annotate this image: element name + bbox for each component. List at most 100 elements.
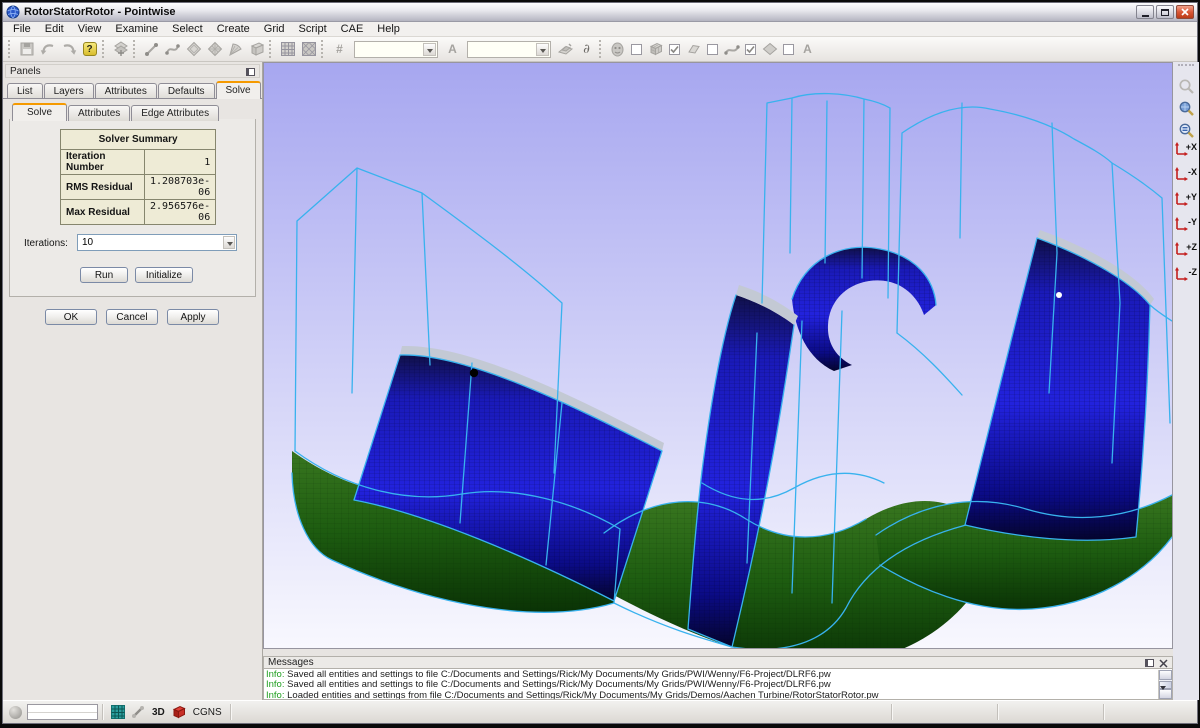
mask-blocks-checkbox[interactable]	[669, 44, 680, 55]
ok-button[interactable]: OK	[45, 309, 97, 325]
dimension-combobox[interactable]	[354, 41, 438, 58]
view-plus-z-button[interactable]: +Z	[1174, 241, 1198, 266]
dimension-tool-button[interactable]: #	[329, 39, 350, 60]
axis-button-label: -Z	[1189, 267, 1198, 277]
turbine-mesh-scene	[264, 63, 1172, 648]
help-icon: ?	[83, 42, 97, 56]
minimize-button[interactable]	[1136, 5, 1154, 19]
highlight-point-marker	[1056, 292, 1062, 298]
cancel-button[interactable]: Cancel	[106, 309, 158, 325]
mask-domains-button[interactable]	[683, 39, 704, 60]
mask-database-button[interactable]	[759, 39, 780, 60]
summary-row-label: Max Residual	[61, 200, 145, 225]
mask-spacings-button[interactable]: A	[797, 39, 818, 60]
menu-file[interactable]: File	[6, 22, 38, 37]
mask-blocks-button[interactable]	[645, 39, 666, 60]
create-block-button[interactable]	[246, 39, 267, 60]
iterations-value: 10	[82, 237, 93, 248]
messages-scrollbar[interactable]	[1158, 670, 1172, 699]
create-connector-button[interactable]	[141, 39, 162, 60]
boundary-condition-button[interactable]: ∂	[576, 39, 597, 60]
tab-solve[interactable]: Solve	[216, 81, 261, 99]
create-structured-domain-button[interactable]	[204, 39, 225, 60]
view-plus-x-button[interactable]: +X	[1174, 141, 1198, 166]
zoom-one-to-one-button[interactable]	[1175, 119, 1197, 141]
create-curve-button[interactable]	[162, 39, 183, 60]
menu-help[interactable]: Help	[370, 22, 407, 37]
tab-attributes[interactable]: Attributes	[95, 83, 157, 99]
unstructured-grid-button[interactable]	[298, 39, 319, 60]
subtab-attributes[interactable]: Attributes	[68, 105, 130, 121]
project-button[interactable]	[555, 39, 576, 60]
float-panel-icon[interactable]	[1145, 659, 1154, 667]
close-button[interactable]	[1176, 5, 1194, 19]
apply-button[interactable]: Apply	[167, 309, 219, 325]
zoom-button[interactable]	[1175, 75, 1197, 97]
attribute-combobox[interactable]	[467, 41, 551, 58]
view-minus-y-button[interactable]: -Y	[1174, 216, 1198, 241]
spinner-icon[interactable]	[223, 236, 235, 249]
menu-create[interactable]: Create	[210, 22, 257, 37]
mask-database-checkbox[interactable]	[783, 44, 794, 55]
menu-examine[interactable]: Examine	[108, 22, 165, 37]
tab-layers[interactable]: Layers	[44, 83, 94, 99]
run-button[interactable]: Run	[80, 267, 128, 283]
mask-connectors-button[interactable]	[721, 39, 742, 60]
zoom-to-fit-button[interactable]	[1175, 97, 1197, 119]
toolbar-grip[interactable]	[1178, 64, 1194, 67]
structured-grid-icon	[280, 41, 296, 57]
toolbar-grip[interactable]	[599, 40, 603, 58]
view-plus-y-button[interactable]: +Y	[1174, 191, 1198, 216]
messages-title: Messages	[268, 657, 314, 668]
close-panel-icon[interactable]	[1159, 659, 1168, 668]
help-button[interactable]: ?	[79, 39, 100, 60]
toolbar-grip[interactable]	[269, 40, 273, 58]
mask-connectors-checkbox[interactable]	[745, 44, 756, 55]
assemble-button[interactable]	[110, 39, 131, 60]
menu-select[interactable]: Select	[165, 22, 210, 37]
scroll-down-button[interactable]	[1159, 689, 1172, 699]
menu-grid[interactable]: Grid	[257, 22, 292, 37]
subtab-edge-attributes[interactable]: Edge Attributes	[131, 105, 219, 121]
viewport-3d[interactable]	[263, 62, 1173, 649]
connector-tool-icon	[131, 705, 145, 719]
tab-defaults[interactable]: Defaults	[158, 83, 215, 99]
toolbar-grip[interactable]	[133, 40, 137, 58]
structured-grid-button[interactable]	[277, 39, 298, 60]
menu-view[interactable]: View	[71, 22, 109, 37]
view-minus-x-button[interactable]: -X	[1174, 166, 1198, 191]
status-bar: 3D CGNS	[3, 700, 1197, 723]
toolbar-grip[interactable]	[102, 40, 106, 58]
fan-icon	[228, 41, 244, 57]
create-fan-button[interactable]	[225, 39, 246, 60]
redo-button[interactable]	[58, 39, 79, 60]
undo-button[interactable]	[37, 39, 58, 60]
dropdown-arrow-icon[interactable]	[423, 43, 436, 56]
subtab-solve[interactable]: Solve	[12, 103, 67, 121]
toolbar-grip[interactable]	[321, 40, 325, 58]
dimension-mode-label: 3D	[152, 707, 165, 718]
mask-points-checkbox[interactable]	[631, 44, 642, 55]
iterations-input[interactable]: 10	[77, 234, 237, 251]
statusbar-separator	[230, 704, 232, 720]
restore-button[interactable]	[1156, 5, 1174, 19]
save-button[interactable]	[16, 39, 37, 60]
view-minus-z-button[interactable]: -Z	[1174, 266, 1198, 291]
curve-connector-icon	[724, 43, 740, 56]
cae-cube-icon	[172, 705, 186, 719]
initialize-button[interactable]: Initialize	[135, 267, 193, 283]
mask-points-button[interactable]	[607, 39, 628, 60]
scroll-up-button[interactable]	[1159, 670, 1172, 680]
create-domain-button[interactable]	[183, 39, 204, 60]
menu-cae[interactable]: CAE	[334, 22, 371, 37]
dropdown-arrow-icon[interactable]	[536, 43, 549, 56]
tab-list[interactable]: List	[7, 83, 43, 99]
menu-edit[interactable]: Edit	[38, 22, 71, 37]
float-panel-icon[interactable]	[246, 68, 255, 76]
menu-script[interactable]: Script	[292, 22, 334, 37]
mask-icon	[610, 42, 625, 57]
toolbar-grip[interactable]	[8, 40, 12, 58]
messages-header: Messages	[263, 656, 1173, 669]
mask-domains-checkbox[interactable]	[707, 44, 718, 55]
attribute-tool-button[interactable]: A	[442, 39, 463, 60]
